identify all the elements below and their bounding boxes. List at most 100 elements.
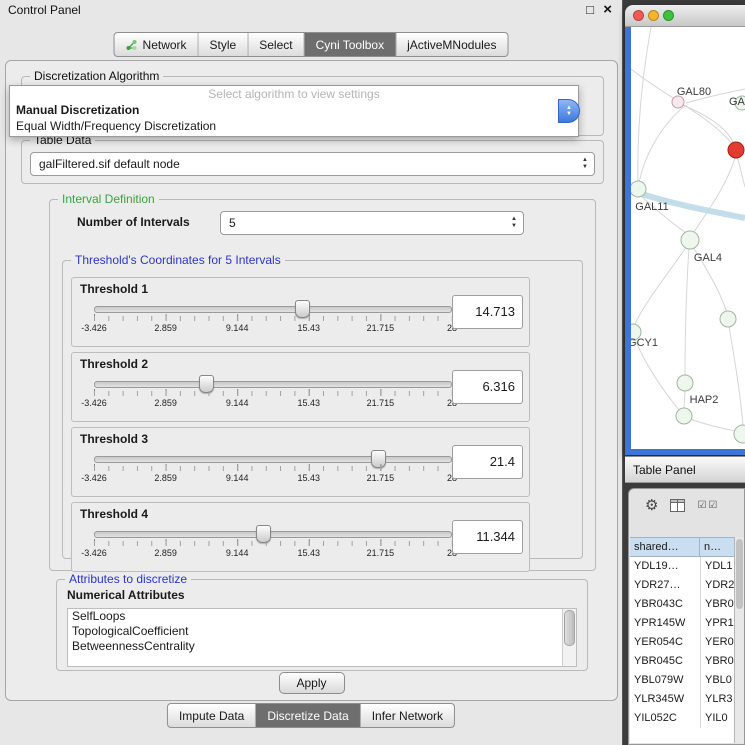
- control-panel-tabs: Network Style Select Cyni Toolbox jActiv…: [114, 32, 509, 57]
- table-row[interactable]: YDL19… YDL1: [630, 557, 735, 576]
- checkbox-icon[interactable]: ☑: [708, 500, 717, 511]
- cell-name[interactable]: YBR0: [700, 595, 735, 614]
- column-header-name[interactable]: n…: [700, 537, 735, 557]
- apply-button[interactable]: Apply: [279, 672, 345, 694]
- cell-name[interactable]: YDL1: [700, 557, 735, 576]
- cell-shared-name[interactable]: YDL19…: [630, 557, 700, 576]
- select-columns-icons[interactable]: ☑ ☑: [697, 500, 717, 511]
- table-row[interactable]: YPR145W YPR1: [630, 614, 735, 633]
- network-node[interactable]: [720, 311, 736, 327]
- cell-name[interactable]: YBR0: [700, 652, 735, 671]
- threshold-4-value-field[interactable]: 11.344: [452, 520, 523, 554]
- network-node[interactable]: [681, 231, 699, 249]
- table-data-combobox[interactable]: galFiltered.sif default node ▲ ▼: [30, 152, 595, 176]
- minimize-traffic-light[interactable]: [648, 10, 659, 21]
- cell-shared-name[interactable]: YBR043C: [630, 595, 700, 614]
- tab-select[interactable]: Select: [248, 33, 304, 56]
- network-canvas[interactable]: GAL80 GA GAL11 GAL4 GCY1 HAP2: [631, 27, 745, 449]
- combo-stepper-icon[interactable]: ▲ ▼: [511, 216, 517, 230]
- network-node[interactable]: [676, 408, 692, 424]
- table-panel-titlebar[interactable]: Table Panel: [625, 456, 745, 483]
- tab-style[interactable]: Style: [199, 33, 249, 56]
- tick-label: 2.859: [154, 323, 177, 333]
- threshold-1-value-field[interactable]: 14.713: [452, 295, 523, 329]
- slider-minor-ticks: [94, 466, 452, 471]
- gear-icon[interactable]: ⚙: [645, 496, 658, 514]
- cell-shared-name[interactable]: YER054C: [630, 633, 700, 652]
- table-row[interactable]: YDR27… YDR2: [630, 576, 735, 595]
- tick-label: 9.144: [226, 548, 249, 558]
- network-node[interactable]: [677, 375, 693, 391]
- table-row[interactable]: YBL079W YBL0: [630, 671, 735, 690]
- tick-label: -3.426: [81, 398, 107, 408]
- tab-discretize-data[interactable]: Discretize Data: [256, 704, 360, 727]
- numerical-attributes-list[interactable]: SelfLoopsTopologicalCoefficientBetweenne…: [67, 608, 577, 667]
- close-window-icon[interactable]: ×: [603, 1, 612, 18]
- threshold-4-slider[interactable]: -3.4262.8599.14415.4321.71528: [94, 523, 452, 563]
- control-panel-titlebar[interactable]: Control Panel □ ×: [0, 0, 622, 20]
- threshold-3-value-field[interactable]: 21.4: [452, 445, 523, 479]
- threshold-2-slider[interactable]: -3.4262.8599.14415.4321.71528: [94, 373, 452, 413]
- tick-label: 9.144: [226, 398, 249, 408]
- table-rows: YDL19… YDL1 YDR27… YDR2 YBR043C YBR0 YPR…: [630, 557, 735, 743]
- table-row[interactable]: YLR345W YLR3: [630, 690, 735, 709]
- cell-name[interactable]: YBL0: [700, 671, 735, 690]
- zoom-traffic-light[interactable]: [663, 10, 674, 21]
- tab-infer-network[interactable]: Infer Network: [361, 704, 454, 727]
- number-of-intervals-combobox[interactable]: 5 ▲ ▼: [220, 211, 524, 235]
- tab-impute-data[interactable]: Impute Data: [168, 704, 256, 727]
- cell-shared-name[interactable]: YBR045C: [630, 652, 700, 671]
- group-title: Interval Definition: [58, 192, 159, 206]
- slider-track[interactable]: [94, 306, 452, 313]
- network-window-titlebar[interactable]: [625, 5, 745, 27]
- network-node[interactable]: [734, 425, 745, 443]
- tab-jactivemnodules[interactable]: jActiveMNodules: [396, 33, 507, 56]
- table-row[interactable]: YBR045C YBR0: [630, 652, 735, 671]
- scrollbar-thumb[interactable]: [564, 610, 575, 646]
- cell-name[interactable]: YIL0: [700, 709, 735, 728]
- checkbox-icon[interactable]: ☑: [697, 500, 706, 511]
- tick-label: 9.144: [226, 323, 249, 333]
- cell-name[interactable]: YPR1: [700, 614, 735, 633]
- attributes-scrollbar[interactable]: [562, 609, 576, 666]
- table-row[interactable]: YIL052C YIL0: [630, 709, 735, 728]
- table-row[interactable]: YER054C YER0: [630, 633, 735, 652]
- column-header-shared-name[interactable]: shared…: [630, 537, 700, 557]
- columns-icon[interactable]: [670, 499, 685, 512]
- cell-name[interactable]: YLR3: [700, 690, 735, 709]
- network-node-selected[interactable]: [728, 142, 744, 158]
- threshold-1-slider[interactable]: -3.4262.8599.14415.4321.71528: [94, 298, 452, 338]
- tick-label: 9.144: [226, 473, 249, 483]
- float-window-icon[interactable]: □: [586, 2, 594, 17]
- attribute-list-item[interactable]: BetweennessCentrality: [68, 639, 576, 654]
- table-scrollbar[interactable]: [734, 537, 744, 743]
- close-traffic-light[interactable]: [633, 10, 644, 21]
- cell-name[interactable]: YDR2: [700, 576, 735, 595]
- network-node[interactable]: [631, 181, 646, 197]
- arrow-up-icon: ▲: [582, 157, 588, 164]
- algorithm-option[interactable]: Equal Width/Frequency Discretization: [10, 118, 578, 134]
- window-title: Control Panel: [8, 3, 81, 17]
- scrollbar-thumb[interactable]: [736, 539, 743, 609]
- threshold-3-slider[interactable]: -3.4262.8599.14415.4321.71528: [94, 448, 452, 488]
- tab-cyni-toolbox[interactable]: Cyni Toolbox: [305, 33, 396, 56]
- algorithm-option[interactable]: Manual Discretization: [10, 102, 578, 118]
- cell-shared-name[interactable]: YPR145W: [630, 614, 700, 633]
- cyni-toolbox-panel: Discretization Algorithm Select algorith…: [5, 60, 618, 701]
- attribute-list-item[interactable]: TopologicalCoefficient: [68, 624, 576, 639]
- tab-network[interactable]: Network: [115, 33, 199, 56]
- cell-shared-name[interactable]: YBL079W: [630, 671, 700, 690]
- cell-shared-name[interactable]: YIL052C: [630, 709, 700, 728]
- slider-tick-labels: -3.4262.8599.14415.4321.71528: [94, 473, 452, 485]
- cell-shared-name[interactable]: YDR27…: [630, 576, 700, 595]
- slider-track[interactable]: [94, 456, 452, 463]
- combo-stepper-icon[interactable]: ▲ ▼: [582, 157, 588, 171]
- table-panel-title: Table Panel: [633, 463, 696, 477]
- table-row[interactable]: YBR043C YBR0: [630, 595, 735, 614]
- cell-name[interactable]: YER0: [700, 633, 735, 652]
- threshold-2-value-field[interactable]: 6.316: [452, 370, 523, 404]
- slider-track[interactable]: [94, 381, 452, 388]
- cell-shared-name[interactable]: YLR345W: [630, 690, 700, 709]
- slider-track[interactable]: [94, 531, 452, 538]
- attribute-list-item[interactable]: SelfLoops: [68, 609, 576, 624]
